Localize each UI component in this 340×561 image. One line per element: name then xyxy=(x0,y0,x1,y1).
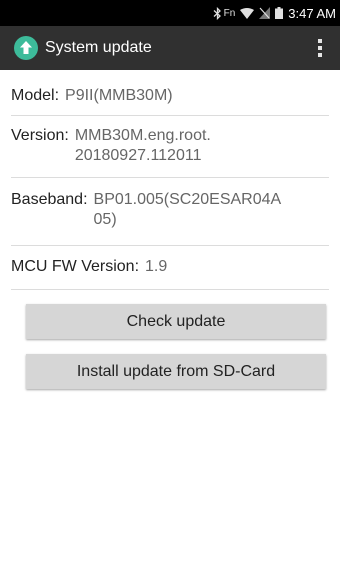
device-info-list: Model: P9II(MMB30M) Version: MMB30M.eng.… xyxy=(0,70,340,290)
baseband-row: Baseband: BP01.005(SC20ESAR04A 05) xyxy=(11,178,329,246)
overflow-menu-icon[interactable] xyxy=(312,36,328,60)
fn-indicator: Fn xyxy=(223,7,236,19)
status-time: 3:47 AM xyxy=(288,5,336,21)
version-value: MMB30M.eng.root. 20180927.112011 xyxy=(75,126,211,166)
baseband-value: BP01.005(SC20ESAR04A 05) xyxy=(94,190,282,230)
mcu-fw-row: MCU FW Version: 1.9 xyxy=(11,246,329,290)
install-from-sd-card-button[interactable]: Install update from SD-Card xyxy=(26,354,326,389)
page-title: System update xyxy=(45,39,152,56)
model-row: Model: P9II(MMB30M) xyxy=(11,70,329,116)
system-update-screen: Fn 3:47 AM System update Model: P9II(MMB… xyxy=(0,0,340,561)
version-value-line1: MMB30M.eng.root. xyxy=(74,127,211,144)
system-update-up-arrow-icon xyxy=(14,36,38,60)
mcu-fw-label: MCU FW Version: xyxy=(11,258,140,275)
version-label: Version: xyxy=(11,127,69,144)
baseband-label: Baseband: xyxy=(11,191,88,208)
baseband-value-line1: BP01.005(SC20ESAR04A xyxy=(93,191,282,208)
status-bar: Fn 3:47 AM xyxy=(0,0,340,26)
bluetooth-icon xyxy=(213,6,222,20)
mcu-fw-value: 1.9 xyxy=(145,258,168,275)
wifi-icon xyxy=(240,7,255,19)
app-bar: System update xyxy=(0,26,340,70)
battery-icon xyxy=(275,7,284,19)
model-label: Model: xyxy=(11,87,60,104)
model-value: P9II(MMB30M) xyxy=(65,87,173,104)
no-sim-icon xyxy=(259,7,271,19)
version-value-line2: 20180927.112011 xyxy=(74,147,202,164)
check-update-button[interactable]: Check update xyxy=(26,304,326,339)
baseband-value-line2: 05) xyxy=(93,211,117,228)
version-row: Version: MMB30M.eng.root. 20180927.11201… xyxy=(11,116,329,178)
